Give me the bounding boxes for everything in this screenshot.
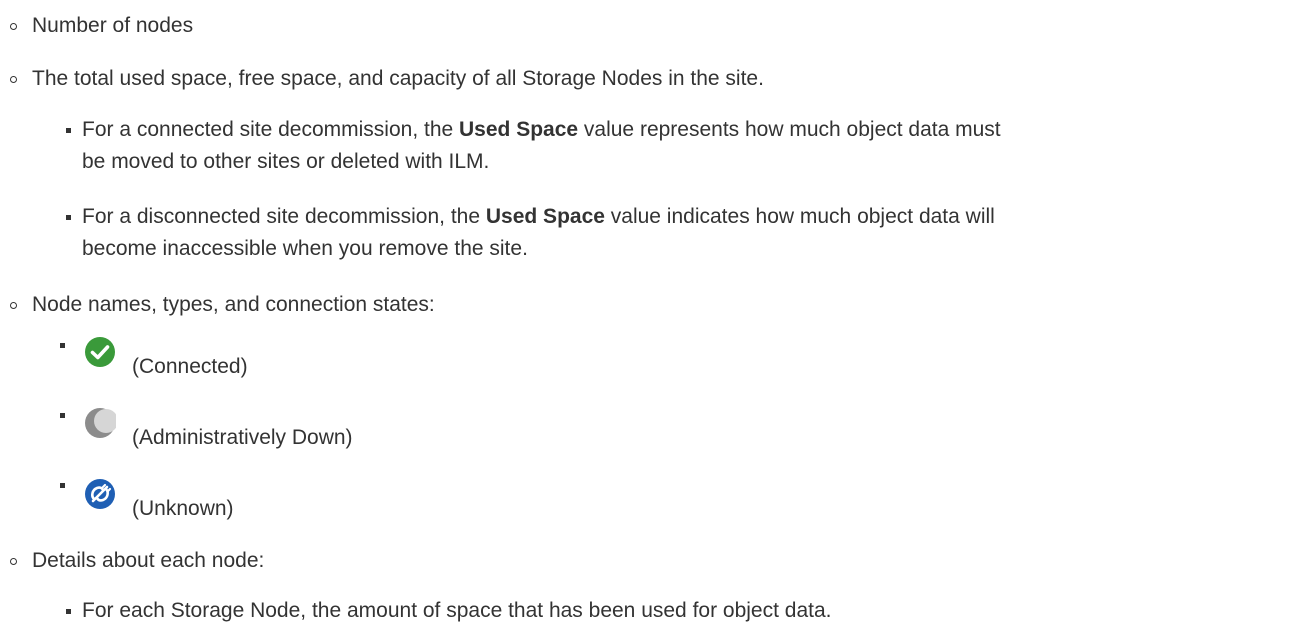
list-bullet bbox=[10, 23, 17, 30]
connected-decommission-text: For a connected site decommission, the U… bbox=[82, 115, 1001, 145]
connected-state-label: (Connected) bbox=[132, 355, 248, 378]
list-bullet bbox=[10, 302, 17, 309]
used-space-term: Used Space bbox=[459, 118, 579, 141]
list-item-space-summary: The total used space, free space, and ca… bbox=[32, 67, 764, 90]
storage-node-detail-text: For each Storage Node, the amount of spa… bbox=[82, 599, 832, 622]
disconnected-decommission-suffix: value indicates how much object data wil… bbox=[604, 205, 995, 228]
disconnected-decommission-line2: become inaccessible when you remove the … bbox=[82, 237, 528, 260]
disconnected-decommission-prefix: For a disconnected site decommission, th… bbox=[82, 205, 486, 228]
administratively-down-state-label: (Administratively Down) bbox=[132, 426, 353, 449]
list-item-node-details: Details about each node: bbox=[32, 549, 265, 572]
administratively-down-icon bbox=[84, 407, 118, 439]
unknown-icon bbox=[84, 478, 116, 510]
sub-list-bullet bbox=[66, 128, 71, 133]
connected-decommission-prefix: For a connected site decommission, the bbox=[82, 118, 460, 141]
documentation-list: Number of nodes The total used space, fr… bbox=[0, 0, 1309, 625]
connected-icon bbox=[84, 336, 116, 368]
used-space-term: Used Space bbox=[485, 205, 605, 228]
sub-list-bullet bbox=[66, 215, 71, 220]
connected-decommission-suffix: value represents how much object data mu… bbox=[578, 118, 1001, 141]
unknown-state-label: (Unknown) bbox=[132, 497, 234, 520]
sub-list-bullet bbox=[60, 343, 65, 348]
connected-decommission-line2: be moved to other sites or deleted with … bbox=[82, 150, 490, 173]
list-bullet bbox=[10, 558, 17, 565]
list-bullet bbox=[10, 76, 17, 83]
sub-list-bullet bbox=[66, 609, 71, 614]
disconnected-decommission-text: For a disconnected site decommission, th… bbox=[82, 202, 995, 232]
sub-list-bullet bbox=[60, 483, 65, 488]
sub-list-bullet bbox=[60, 413, 65, 418]
list-item-node-states: Node names, types, and connection states… bbox=[32, 293, 435, 316]
list-item-number-of-nodes: Number of nodes bbox=[32, 14, 194, 37]
